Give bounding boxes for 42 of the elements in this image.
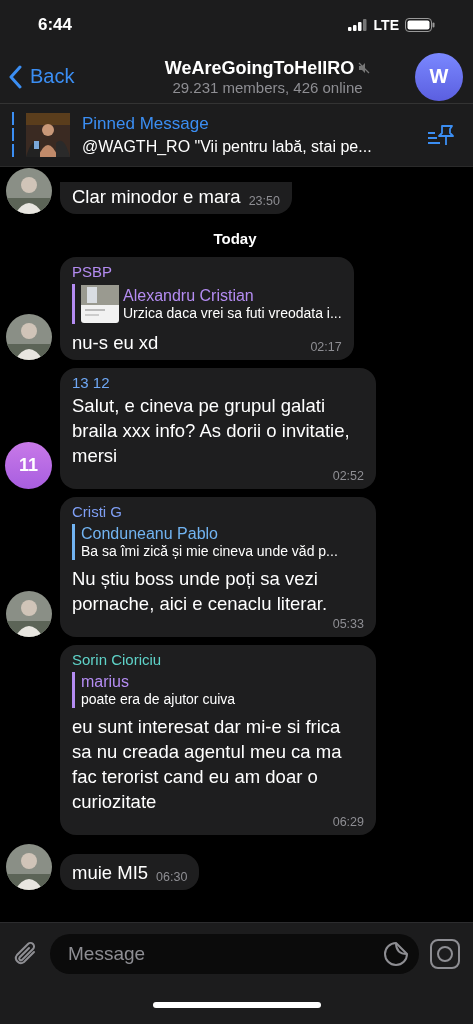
sticker-icon[interactable]	[383, 941, 409, 967]
reply-text: Ba sa îmi zică și mie cineva unde văd p...	[81, 543, 338, 559]
battery-icon	[405, 18, 435, 32]
sender-name: 13 12	[72, 374, 110, 391]
reply-text: Urzica daca vrei sa futi vreodata i...	[123, 305, 342, 321]
camera-icon[interactable]	[429, 938, 461, 970]
message-time: 23:50	[248, 193, 280, 209]
message-time: 02:52	[332, 468, 364, 484]
reply-author: Alexandru Cristian	[123, 287, 255, 305]
back-button[interactable]: Back	[8, 64, 120, 89]
group-avatar[interactable]: W	[415, 52, 463, 101]
reply-quote[interactable]: Alexandru Cristian Urzica daca vrei sa futi vreodata i...	[72, 284, 342, 324]
message-field[interactable]: Message	[50, 934, 419, 974]
sender-name: PSBP	[72, 263, 113, 280]
message-text: eu sunt interesat dar mi-e si frica sa nu creada agentul meu ca ma fac terorist cand eu am doar o curiozitate	[72, 715, 343, 814]
pinned-bar[interactable]: Pinned Message @WAGTH_RO "Vii pentru labă, stai pe...	[0, 104, 473, 167]
pin-list-icon[interactable]	[427, 124, 455, 146]
network-type: LTE	[373, 17, 399, 33]
sender-name: Sorin Cioriciu	[72, 651, 162, 668]
date-label: Today	[213, 230, 257, 247]
message-text: nu-s eu xd	[72, 331, 159, 355]
message-time: 06:30	[156, 869, 188, 885]
message-time: 06:29	[332, 814, 364, 830]
reply-text: poate era de ajutor cuiva	[81, 691, 236, 707]
pinned-text: @WAGTH_RO "Vii pentru labă, stai pe...	[82, 138, 373, 156]
member-count: 29.231 members, 426 online	[172, 78, 363, 96]
signal-icon	[347, 19, 368, 31]
message-text: muie MI5	[72, 861, 149, 885]
message-text: Salut, e cineva pe grupul galati braila xxx info? As dorii o invitatie, mersi	[72, 394, 351, 468]
reply-author: marius	[81, 673, 130, 691]
reply-author: Conduneanu Pablo	[81, 525, 219, 543]
back-icon	[8, 64, 22, 89]
sender-name: Cristi G	[72, 503, 122, 520]
message-time: 05:33	[332, 616, 364, 632]
reply-quote[interactable]: marius poate era de ajutor cuiva	[72, 672, 236, 708]
pinned-title: Pinned Message	[82, 114, 210, 134]
message-time: 02:17	[310, 339, 342, 355]
reply-quote[interactable]: Conduneanu Pablo Ba sa îmi zică și mie cineva unde văd p...	[72, 524, 338, 560]
status-time: 6:44	[38, 15, 73, 35]
message-text: Nu știu boss unde poți sa vezi pornache, aici e cenaclu literar.	[72, 567, 329, 616]
chat-title: WeAreGoingToHellRO	[164, 57, 355, 79]
message-text: Clar minodor e mara	[72, 185, 241, 209]
